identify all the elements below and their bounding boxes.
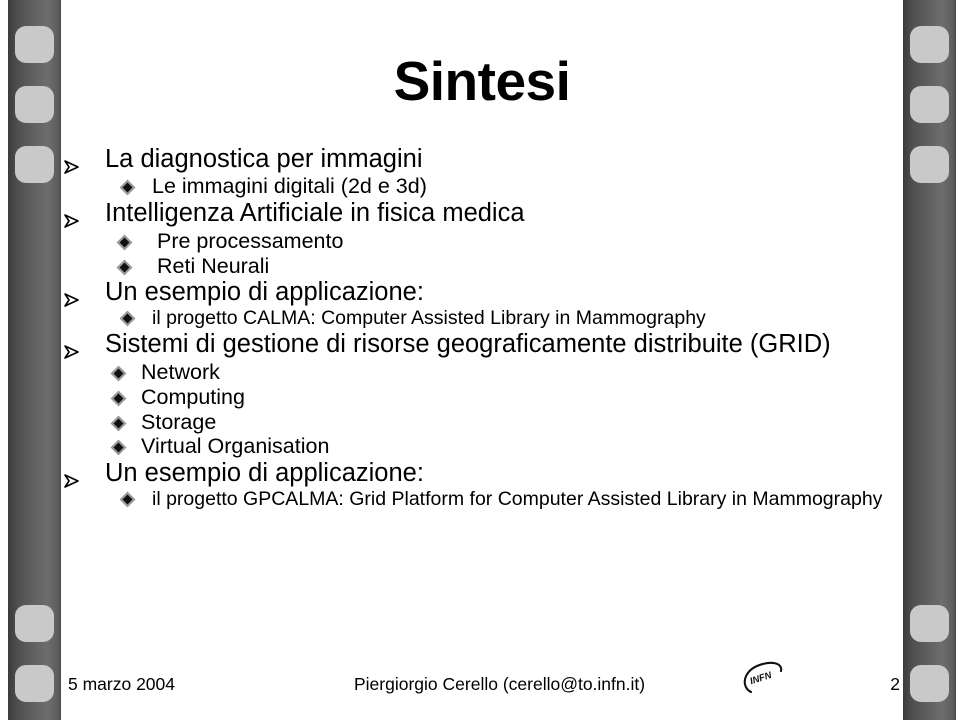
bullet-item-level2: Computing <box>63 386 901 409</box>
sprocket-hole <box>910 146 949 183</box>
bullet-item-level1: Un esempio di applicazione: <box>63 278 901 308</box>
sprocket-hole <box>15 146 54 183</box>
bullet-item-level1: Intelligenza Artificiale in fisica medic… <box>63 198 901 228</box>
sprocket-hole <box>910 665 949 702</box>
bullet-item-level1: Un esempio di applicazione: <box>63 459 901 488</box>
footer-date: 5 marzo 2004 <box>68 674 176 694</box>
bullet-text: Reti Neurali <box>157 253 270 278</box>
bullet-text: Virtual Organisation <box>141 434 330 459</box>
bullet-item-level2: Pre processamento <box>63 230 901 253</box>
bullet-text: Un esempio di applicazione: <box>105 459 424 488</box>
sprocket-hole <box>910 605 949 642</box>
diamond-bullet-icon <box>110 411 141 431</box>
diamond-bullet-icon <box>119 175 152 196</box>
bullet-item-level1: Sistemi di gestione di risorse geografic… <box>63 330 901 359</box>
bullet-text: La diagnostica per immagini <box>105 145 423 173</box>
bullet-item-level1: La diagnostica per immagini <box>63 145 901 174</box>
svg-text:INFN: INFN <box>749 670 775 688</box>
bullet-text: Storage <box>141 409 217 434</box>
sprocket-hole <box>15 665 54 702</box>
bullet-text: il progetto CALMA: Computer Assisted Lib… <box>152 307 706 330</box>
bullet-text: Intelligenza Artificiale in fisica medic… <box>105 198 525 227</box>
slide-footer: 5 marzo 2004 Piergiorgio Cerello (cerell… <box>61 661 903 702</box>
infn-logo-icon: INFN <box>737 657 787 699</box>
sprocket-hole <box>15 86 54 123</box>
filmstrip-left <box>8 0 61 720</box>
bullet-text: Sistemi di gestione di risorse geografic… <box>105 330 831 359</box>
bullet-text: Le immagini digitali (2d e 3d) <box>152 174 427 199</box>
arrowhead-bullet-icon <box>63 146 105 174</box>
diamond-bullet-icon <box>116 230 157 251</box>
arrowhead-bullet-icon <box>63 331 105 359</box>
arrowhead-bullet-icon <box>63 460 105 488</box>
bullet-text: Network <box>141 360 220 385</box>
page-number: 2 <box>890 674 900 694</box>
sprocket-hole <box>910 26 949 63</box>
sprocket-hole <box>910 86 949 123</box>
bullet-item-level2: Le immagini digitali (2d e 3d) <box>63 175 901 198</box>
sprocket-hole <box>15 26 54 63</box>
footer-author: Piergiorgio Cerello (cerello@to.infn.it) <box>354 674 646 694</box>
diamond-bullet-icon <box>119 308 152 327</box>
bullet-item-level2: Storage <box>63 409 901 434</box>
bullet-text: il progetto GPCALMA: Grid Platform for C… <box>152 488 883 511</box>
bullet-item-level2: il progetto CALMA: Computer Assisted Lib… <box>63 308 901 329</box>
bullet-text: Pre processamento <box>157 228 344 253</box>
arrowhead-bullet-icon <box>63 279 105 308</box>
bullet-item-level2: Virtual Organisation <box>63 435 901 458</box>
diamond-bullet-icon <box>116 255 157 275</box>
arrowhead-bullet-icon <box>63 200 105 228</box>
slide-title: Sintesi <box>393 50 571 112</box>
bullet-list: La diagnostica per immagini Le immagini … <box>63 145 901 510</box>
diamond-bullet-icon <box>110 386 141 407</box>
diamond-bullet-icon <box>119 489 152 508</box>
bullet-item-level2: il progetto GPCALMA: Grid Platform for C… <box>63 489 901 510</box>
bullet-item-level2: Network <box>63 361 901 384</box>
bullet-text: Computing <box>141 384 245 409</box>
bullet-text: Un esempio di applicazione: <box>105 278 424 307</box>
diamond-bullet-icon <box>110 361 141 382</box>
filmstrip-right <box>903 0 956 720</box>
bullet-item-level2: Reti Neurali <box>63 253 901 278</box>
diamond-bullet-icon <box>110 435 141 456</box>
sprocket-hole <box>15 605 54 642</box>
